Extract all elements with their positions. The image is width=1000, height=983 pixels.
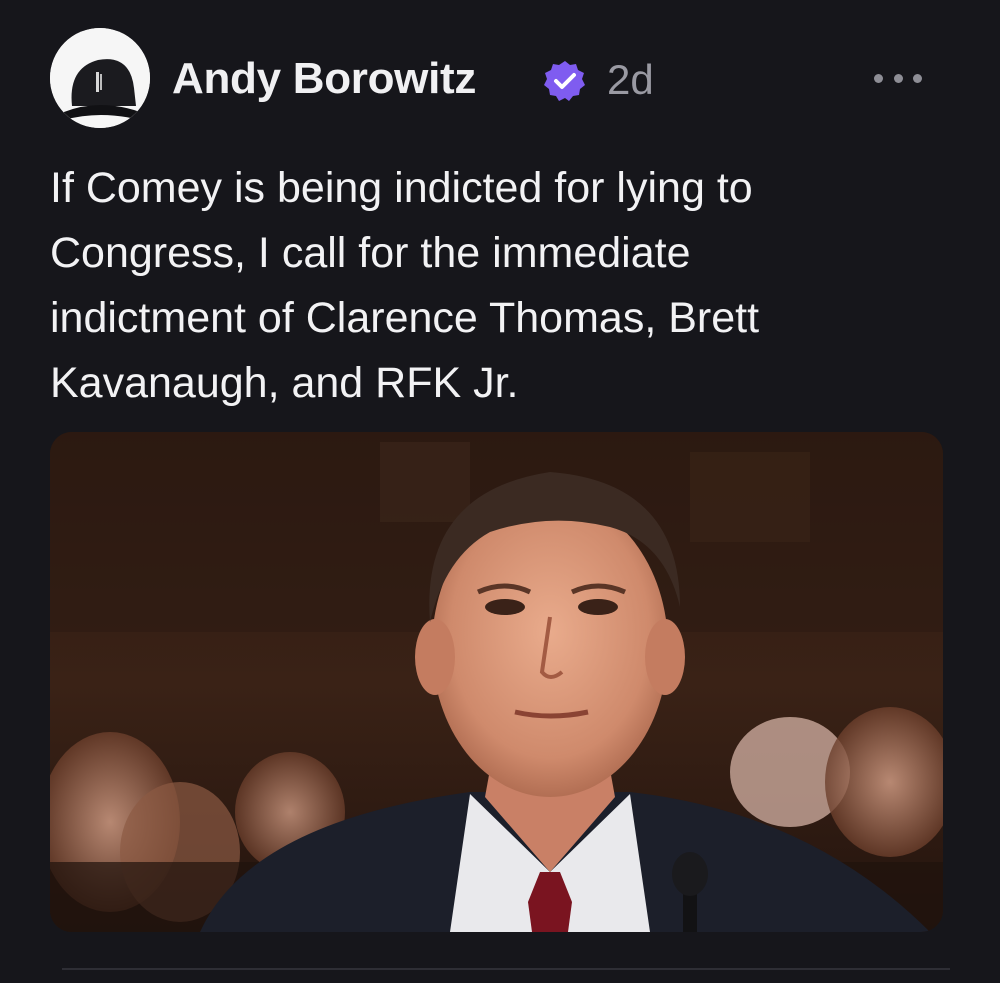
more-horizontal-icon xyxy=(874,73,883,83)
verified-badge-icon xyxy=(543,59,587,103)
cap-avatar-image xyxy=(50,28,150,128)
author-name[interactable]: Andy Borowitz xyxy=(172,54,476,104)
more-options-button[interactable] xyxy=(874,66,922,90)
post-body-text: If Comey is being indicted for lying to … xyxy=(50,164,760,407)
post-divider xyxy=(62,968,950,970)
more-horizontal-icon-dot xyxy=(913,73,922,83)
more-horizontal-icon-dot xyxy=(893,73,903,83)
post-card: Andy Borowitz 2d If Comey is being indic… xyxy=(0,0,1000,983)
post-photo[interactable] xyxy=(50,432,943,932)
author-avatar[interactable] xyxy=(50,28,150,128)
hearing-photo-illustration xyxy=(50,432,943,932)
post-timestamp[interactable]: 2d xyxy=(607,56,654,104)
